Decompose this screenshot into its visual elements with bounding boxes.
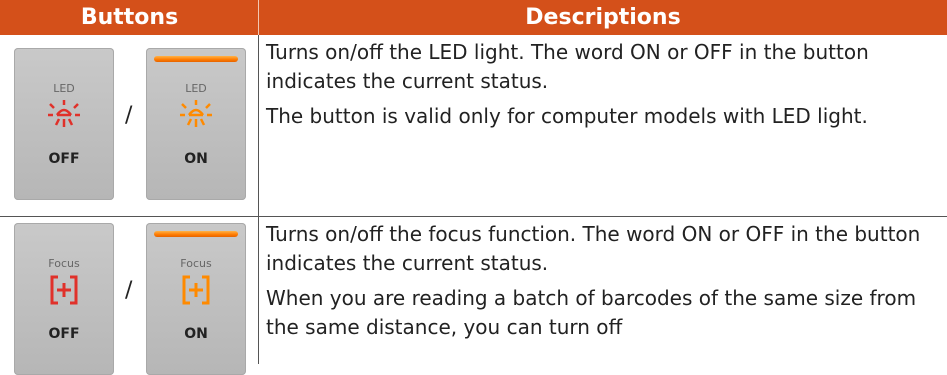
- row1-desc-2: The button is valid only for computer mo…: [266, 104, 868, 128]
- led-on-indicator: [154, 56, 238, 62]
- focus-on-button-image: Focus ON: [146, 223, 246, 375]
- row2-desc-1: Turns on/off the focus function. The wor…: [266, 222, 921, 275]
- focus-red-icon: [50, 275, 78, 305]
- led-label: LED: [53, 82, 75, 95]
- row1-slash: /: [125, 103, 133, 128]
- focus-off-button-image: Focus OFF: [14, 223, 114, 375]
- led-off-state: OFF: [48, 151, 80, 167]
- row2-slash: /: [125, 278, 133, 303]
- focus-on-indicator: [154, 231, 238, 237]
- focus-on-state: ON: [184, 326, 208, 342]
- led-on-button-image: LED ON: [146, 48, 246, 200]
- row1-desc-1: Turns on/off the LED light. The word ON …: [266, 40, 869, 93]
- row-divider: [0, 216, 947, 217]
- focus-off-state: OFF: [48, 326, 80, 342]
- led-label: LED: [185, 82, 207, 95]
- table-header: Buttons Descriptions: [0, 0, 947, 35]
- focus-label: Focus: [48, 257, 80, 270]
- header-descriptions: Descriptions: [525, 5, 681, 30]
- focus-orange-icon: [182, 275, 210, 305]
- row1-description: Turns on/off the LED light. The word ON …: [266, 38, 936, 131]
- focus-label: Focus: [180, 257, 212, 270]
- row2-description: Turns on/off the focus function. The wor…: [266, 220, 936, 342]
- led-off-button-image: LED OFF: [14, 48, 114, 200]
- row2-desc-2: When you are reading a batch of barcodes…: [266, 286, 917, 339]
- led-red-icon: [48, 100, 80, 127]
- led-on-state: ON: [184, 151, 208, 167]
- header-buttons: Buttons: [80, 5, 179, 30]
- column-divider: [258, 35, 259, 364]
- led-orange-icon: [180, 100, 212, 127]
